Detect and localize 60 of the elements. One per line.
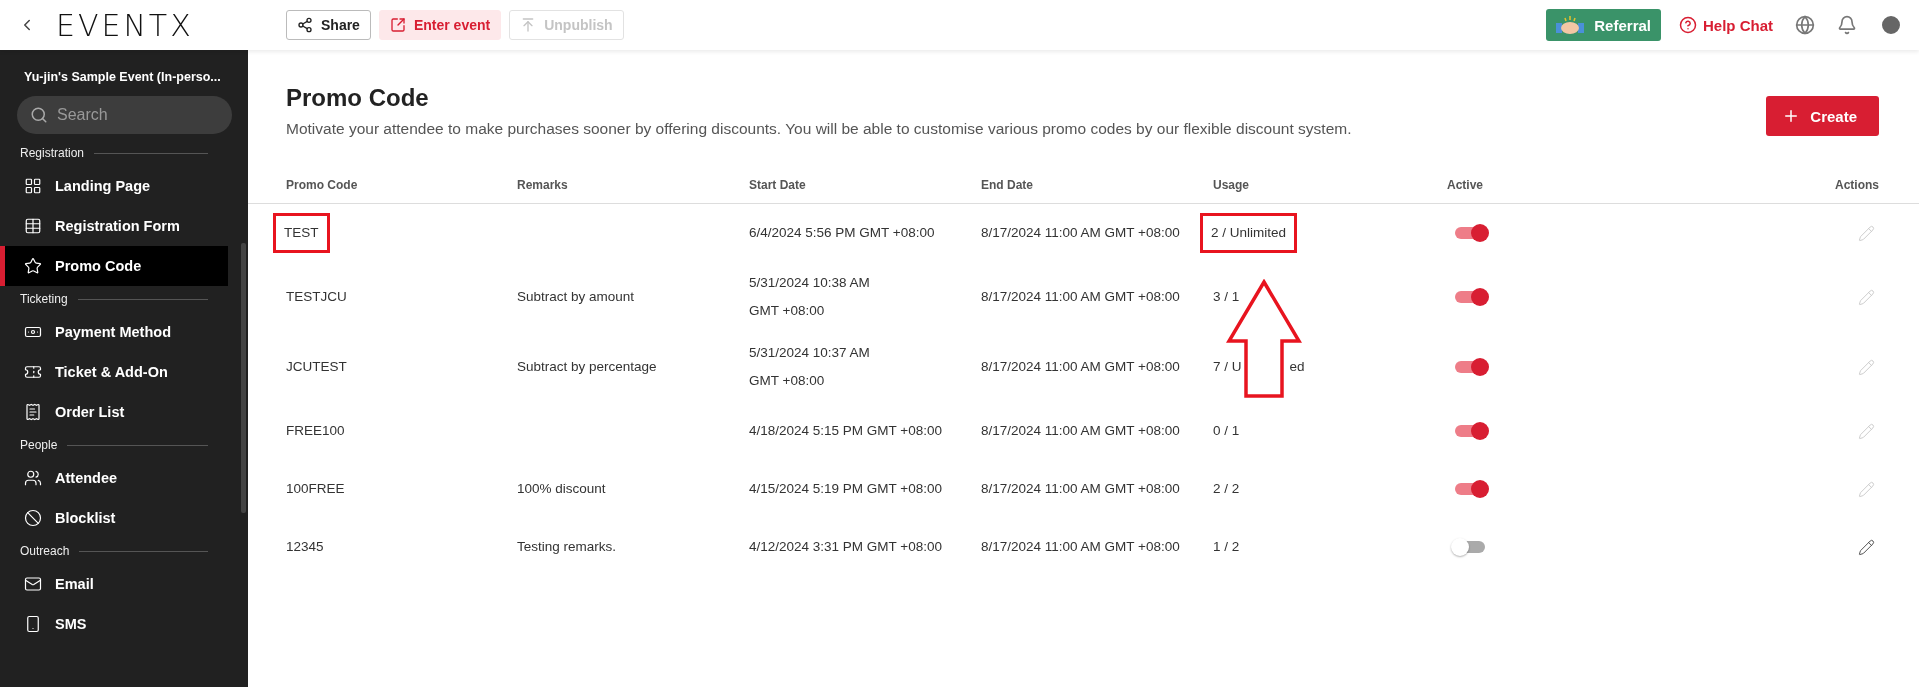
- event-title: Yu-jin's Sample Event (In-perso...: [23, 69, 222, 84]
- nav-item[interactable]: Registration Form: [0, 206, 228, 246]
- table-cell-text: ed: [1289, 358, 1305, 376]
- table-cell-text: 5/31/2024 10:37 AM GMT +08:00: [749, 344, 871, 390]
- section-label: People: [20, 438, 58, 452]
- help-chat-link[interactable]: Help Chat: [1679, 16, 1773, 34]
- table-cell-text: 0 / 1: [1213, 422, 1240, 440]
- table-cell-text: 12345: [286, 538, 324, 556]
- logo: EVENTX: [56, 7, 195, 43]
- table-cell-text: 100% discount: [517, 480, 606, 498]
- table-cell-text: 8/17/2024 11:00 AM GMT +08:00: [981, 538, 1180, 556]
- section-label: Outreach: [20, 544, 70, 558]
- page-description: Motivate your attendee to make purchases sooner by offering discounts. You will be able to customise various promo codes by our flexible discount system.: [286, 120, 1353, 138]
- table-cell-text: 8/17/2024 11:00 AM GMT +08:00: [981, 224, 1180, 242]
- column-header: Actions: [1835, 177, 1879, 192]
- nav-item[interactable]: Email: [0, 564, 228, 604]
- table-cell: TEST: [276, 216, 327, 250]
- table-cell-text: 8/17/2024 11:00 AM GMT +08:00: [981, 358, 1180, 376]
- nav-item[interactable]: SMS: [0, 604, 228, 644]
- table-cell-text: 6/4/2024 5:56 PM GMT +08:00: [749, 224, 936, 242]
- nav-item[interactable]: Attendee: [0, 458, 228, 498]
- page-title: Promo Code: [286, 84, 430, 112]
- section-label: Ticketing: [20, 292, 68, 306]
- table-cell-text: Testing remarks.: [517, 538, 617, 556]
- table-cell-text: Subtract by amount: [517, 288, 635, 306]
- nav-item[interactable]: Promo Code: [0, 246, 228, 286]
- table-cell-text: 4/15/2024 5:19 PM GMT +08:00: [749, 480, 943, 498]
- table-cell-text: 8/17/2024 11:00 AM GMT +08:00: [981, 422, 1180, 440]
- table-cell-text: 5/31/2024 10:38 AM GMT +08:00: [749, 274, 871, 320]
- table-cell: 2 / Unlimited: [1203, 216, 1295, 250]
- table-cell-text: 1 / 2: [1213, 538, 1240, 556]
- nav-item[interactable]: Blocklist: [0, 498, 228, 538]
- column-header: Usage: [1213, 177, 1251, 192]
- column-header: Promo Code: [286, 177, 359, 192]
- share-button[interactable]: Share: [286, 10, 371, 40]
- section-label: Registration: [20, 146, 85, 160]
- enter-event-button[interactable]: Enter event: [378, 10, 502, 40]
- table-cell-text: JCUTEST: [286, 358, 347, 376]
- table-cell-text: 8/17/2024 11:00 AM GMT +08:00: [981, 288, 1180, 306]
- table-cell-text: 3 / 1: [1213, 288, 1240, 306]
- table-cell-text: 100FREE: [286, 480, 345, 498]
- search-field[interactable]: Search: [17, 96, 232, 134]
- column-header: Active: [1447, 177, 1485, 192]
- table-cell-text: TESTJCU: [286, 288, 347, 306]
- table-cell-text: 4/18/2024 5:15 PM GMT +08:00: [749, 422, 943, 440]
- nav-item[interactable]: Ticket & Add-On: [0, 352, 228, 392]
- table-cell-text: 4/12/2024 3:31 PM GMT +08:00: [749, 538, 943, 556]
- nav-item[interactable]: Landing Page: [0, 166, 228, 206]
- table-cell-text: Subtract by percentage: [517, 358, 657, 376]
- column-header: Start Date: [749, 177, 807, 192]
- create-button[interactable]: Create: [1766, 96, 1879, 136]
- referral-button[interactable]: Referral: [1546, 9, 1661, 41]
- nav-item[interactable]: Order List: [0, 392, 228, 432]
- nav-item[interactable]: Payment Method: [0, 312, 228, 352]
- column-header: End Date: [981, 177, 1034, 192]
- column-header: Remarks: [517, 177, 569, 192]
- table-cell-text: FREE100: [286, 422, 345, 440]
- table-cell-text: 7 / U: [1213, 358, 1242, 376]
- table-cell-text: 2 / 2: [1213, 480, 1240, 498]
- table-cell-text: 8/17/2024 11:00 AM GMT +08:00: [981, 480, 1180, 498]
